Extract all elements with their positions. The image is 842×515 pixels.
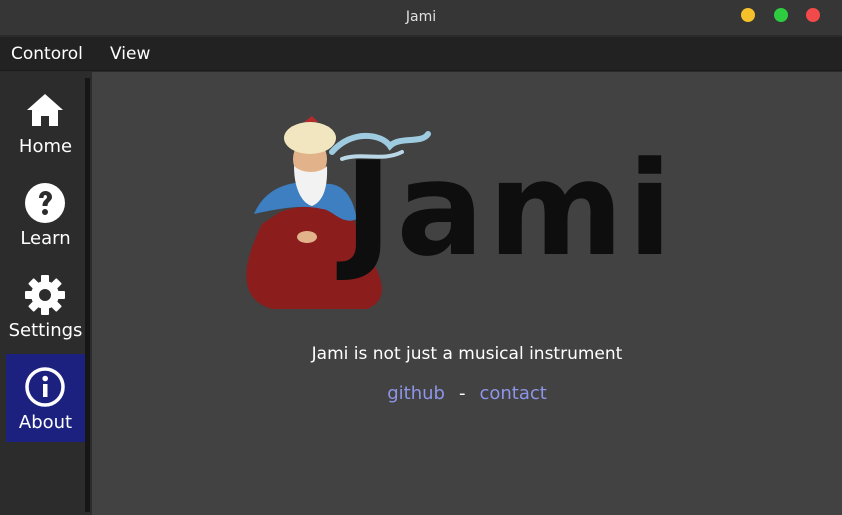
github-link[interactable]: github bbox=[387, 383, 445, 404]
about-tagline: Jami is not just a musical instrument bbox=[311, 344, 623, 364]
sidebar-item-label: Learn bbox=[20, 228, 71, 249]
sidebar-item-settings[interactable]: Settings bbox=[6, 262, 85, 350]
title-bar: Jami bbox=[0, 0, 842, 36]
jami-logo-text: Jami bbox=[344, 133, 677, 285]
close-button[interactable] bbox=[806, 8, 820, 22]
menu-bar: Contorol View bbox=[0, 37, 842, 71]
home-icon bbox=[27, 94, 63, 126]
window-title: Jami bbox=[405, 9, 437, 25]
maximize-button[interactable] bbox=[774, 8, 788, 22]
minimize-button[interactable] bbox=[741, 8, 755, 22]
about-links: github - contact bbox=[92, 383, 842, 404]
help-icon bbox=[25, 183, 65, 223]
sidebar-item-learn[interactable]: Learn bbox=[6, 170, 85, 258]
sidebar-item-label: Settings bbox=[8, 320, 83, 341]
gear-icon bbox=[25, 275, 65, 315]
sidebar-item-label: Home bbox=[18, 136, 73, 157]
contact-link[interactable]: contact bbox=[479, 383, 546, 404]
sidebar-item-about[interactable]: About bbox=[6, 354, 85, 442]
menu-contorol[interactable]: Contorol bbox=[11, 44, 83, 64]
sidebar-item-home[interactable]: Home bbox=[6, 78, 85, 166]
sidebar-divider[interactable] bbox=[85, 78, 90, 512]
link-separator: - bbox=[458, 383, 466, 404]
sidebar-item-label: About bbox=[18, 412, 73, 433]
about-page: Jami Jami is not just a musical instrume… bbox=[92, 72, 842, 515]
info-icon bbox=[25, 367, 65, 407]
menu-view[interactable]: View bbox=[110, 44, 150, 64]
